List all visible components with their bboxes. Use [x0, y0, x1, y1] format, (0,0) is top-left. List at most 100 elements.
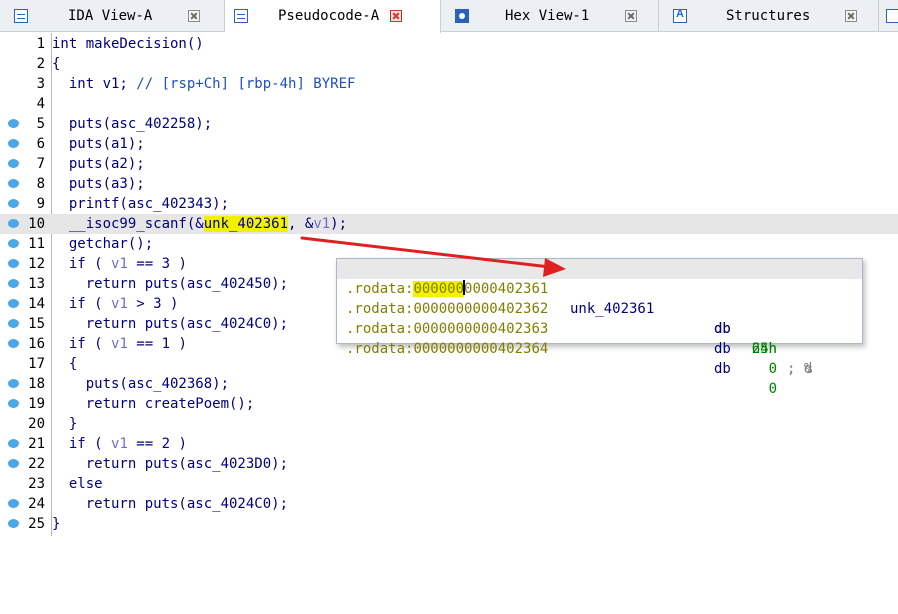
code-condition: == 3 ) [127, 256, 187, 272]
variable-declaration[interactable]: int v1; [52, 76, 136, 92]
code-text[interactable]: else [52, 474, 103, 494]
variable-ref[interactable]: v1 [111, 296, 128, 312]
code-text[interactable]: return puts(asc_4023D0); [52, 454, 288, 474]
line-number: 13 [28, 276, 45, 292]
line-number: 10 [28, 216, 45, 232]
code-line[interactable]: 11 getchar(); [0, 234, 898, 254]
data-directive: db [714, 361, 731, 377]
scanf-call[interactable]: __isoc99_scanf(& [52, 216, 204, 232]
highlighted-identifier[interactable]: unk_402361 [203, 216, 289, 232]
code-text[interactable]: puts(a3); [52, 174, 145, 194]
code-line[interactable]: 9 printf(asc_402343); [0, 194, 898, 214]
code-keyword: if ( [52, 296, 112, 312]
tab-label: Hex View-1 [505, 8, 590, 24]
variable-ref[interactable]: v1 [313, 216, 330, 232]
code-line[interactable]: 25 } [0, 514, 898, 534]
code-text[interactable]: puts(a1); [52, 134, 145, 154]
code-keyword: if ( [52, 436, 112, 452]
hex-view-icon [455, 9, 469, 23]
tab-label: IDA View-A [68, 8, 153, 24]
data-value: 0 [768, 381, 777, 397]
code-line[interactable]: 1 int makeDecision() [0, 34, 898, 54]
close-icon[interactable] [188, 10, 200, 22]
code-line[interactable]: 22 return puts(asc_4023D0); [0, 454, 898, 474]
code-text[interactable]: if ( v1 == 2 ) [52, 434, 187, 454]
code-line[interactable]: 8 puts(a3); [0, 174, 898, 194]
segment-name: .rodata: [346, 341, 414, 357]
tab-ida-view-a[interactable]: IDA View-A [0, 0, 225, 32]
line-number: 8 [36, 176, 45, 192]
code-condition: == 1 ) [127, 336, 187, 352]
code-text[interactable]: return puts(asc_4024C0); [52, 314, 288, 334]
line-number: 4 [36, 96, 45, 112]
code-text[interactable]: return puts(asc_4024C0); [52, 494, 288, 514]
code-line[interactable]: 21 if ( v1 == 2 ) [0, 434, 898, 454]
popup-row: .rodata:0000000000402362 db 64h ; d [337, 279, 862, 377]
code-line[interactable]: 3 int v1; // [rsp+Ch] [rbp-4h] BYREF [0, 74, 898, 94]
code-line[interactable]: 6 puts(a1); [0, 134, 898, 154]
tab-pseudocode-a[interactable]: Pseudocode-A [225, 0, 441, 33]
code-line[interactable]: 5 puts(asc_402258); [0, 114, 898, 134]
line-number: 22 [28, 456, 45, 472]
variable-ref[interactable]: v1 [111, 256, 128, 272]
data-value: 0 [768, 361, 777, 377]
variable-ref[interactable]: v1 [111, 336, 128, 352]
code-text[interactable]: int v1; // [rsp+Ch] [rbp-4h] BYREF [52, 74, 356, 94]
code-line[interactable]: 20 } [0, 414, 898, 434]
close-icon[interactable] [390, 10, 402, 22]
line-number: 6 [36, 136, 45, 152]
line-number: 15 [28, 316, 45, 332]
line-number: 19 [28, 396, 45, 412]
tab-overflow[interactable] [879, 0, 898, 32]
code-text[interactable]: } [52, 414, 77, 434]
code-line[interactable]: 2 { [0, 54, 898, 74]
code-text[interactable]: return createPoem(); [52, 394, 255, 414]
code-text[interactable]: if ( v1 == 3 ) [52, 254, 187, 274]
line-number: 11 [28, 236, 45, 252]
code-text[interactable]: } [52, 514, 60, 534]
popup-row: .rodata:0000000000402361 unk_402361 db 2… [337, 259, 862, 377]
code-text[interactable]: getchar(); [52, 234, 153, 254]
address: 0000000000402364 [413, 341, 549, 357]
line-number: 9 [36, 196, 45, 212]
popup-address: .rodata:0000000000402364 [346, 339, 548, 359]
code-text[interactable]: int makeDecision() [52, 34, 204, 54]
line-number: 1 [36, 36, 45, 52]
code-text[interactable]: { [52, 54, 60, 74]
line-number: 24 [28, 496, 45, 512]
close-icon[interactable] [845, 10, 857, 22]
code-keyword: if ( [52, 256, 112, 272]
line-number: 20 [28, 416, 45, 432]
code-text[interactable]: __isoc99_scanf(&unk_402361, &v1); [52, 214, 347, 234]
line-number: 5 [36, 116, 45, 132]
code-line[interactable]: 4 [0, 94, 898, 114]
code-text[interactable]: if ( v1 > 3 ) [52, 294, 179, 314]
tab-hex-view-1[interactable]: Hex View-1 [441, 0, 659, 32]
tab-label: Structures [726, 8, 811, 24]
code-text[interactable]: puts(asc_402258); [52, 114, 212, 134]
code-condition: > 3 ) [127, 296, 179, 312]
code-line-selected[interactable]: 10 __isoc99_scanf(&unk_402361, &v1); [0, 214, 898, 234]
code-condition: == 2 ) [127, 436, 187, 452]
code-text[interactable]: { [52, 354, 77, 374]
tab-structures[interactable]: Structures [659, 0, 879, 32]
code-text[interactable]: puts(asc_402368); [52, 374, 229, 394]
code-text[interactable]: return puts(asc_402450); [52, 274, 288, 294]
code-line[interactable]: 23 else [0, 474, 898, 494]
more-tabs-icon [886, 9, 898, 23]
line-number: 3 [36, 76, 45, 92]
line-number: 12 [28, 256, 45, 272]
code-line[interactable]: 24 return puts(asc_4024C0); [0, 494, 898, 514]
code-text[interactable]: puts(a2); [52, 154, 145, 174]
code-punct: ); [330, 216, 348, 232]
code-text[interactable]: printf(asc_402343); [52, 194, 229, 214]
line-number: 17 [28, 356, 45, 372]
line-number: 21 [28, 436, 45, 452]
code-text[interactable]: if ( v1 == 1 ) [52, 334, 187, 354]
close-icon[interactable] [625, 10, 637, 22]
line-number: 25 [28, 516, 45, 532]
tab-label: Pseudocode-A [278, 8, 380, 24]
data-value: 64h [751, 341, 777, 357]
variable-ref[interactable]: v1 [111, 436, 128, 452]
code-line[interactable]: 7 puts(a2); [0, 154, 898, 174]
